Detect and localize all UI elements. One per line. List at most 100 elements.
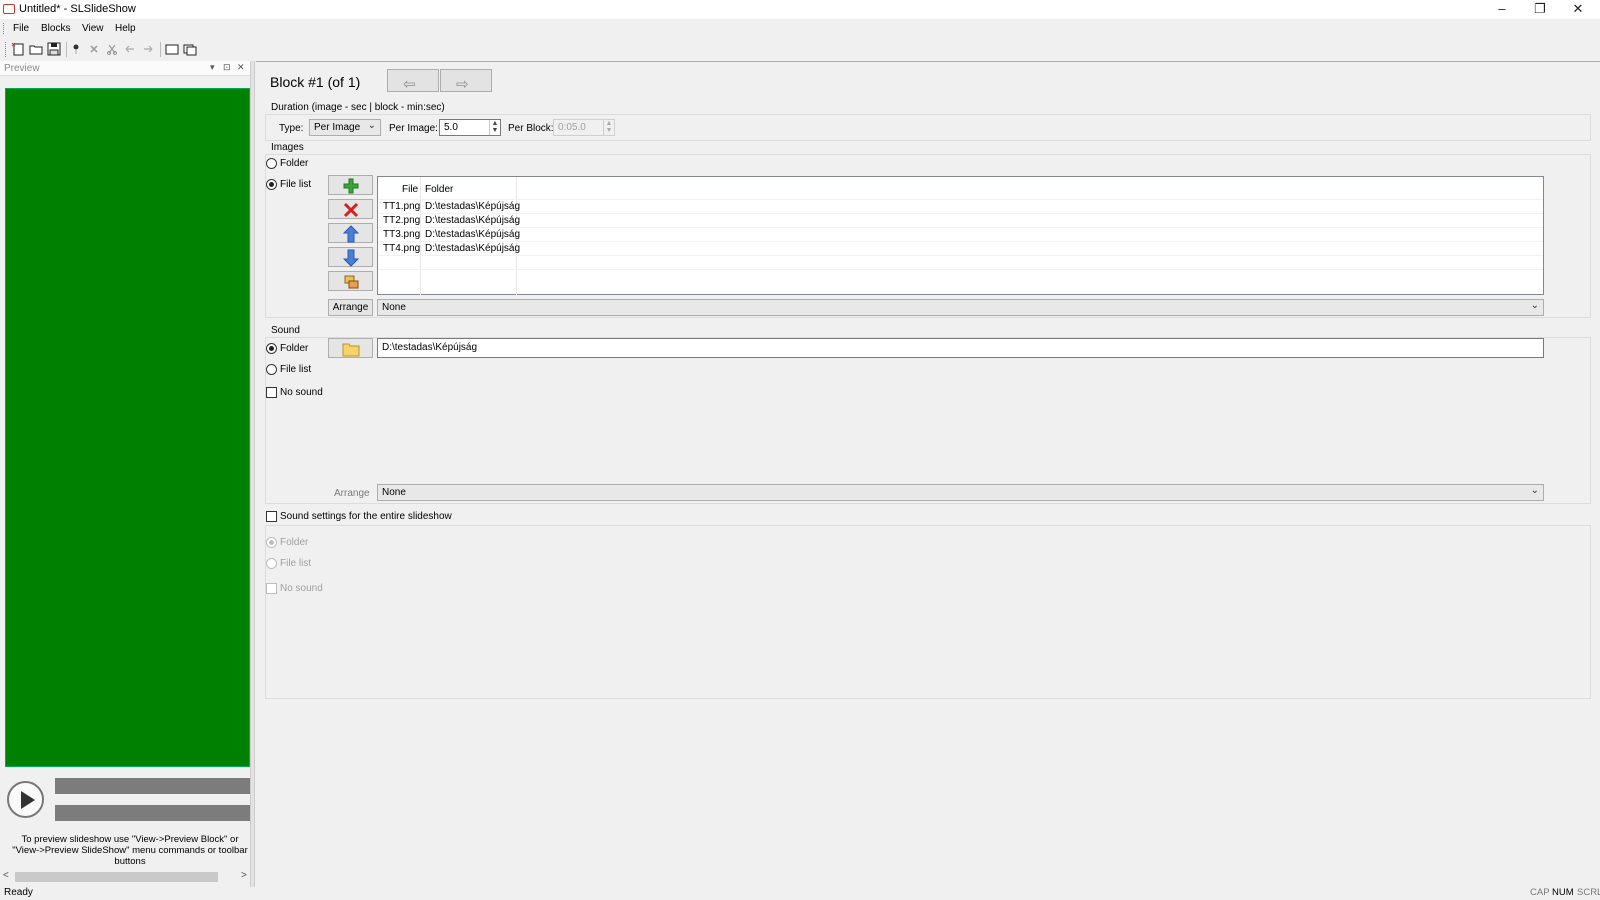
- preview-dock-header: Preview ▾ ⊡ ✕: [0, 61, 250, 76]
- images-group-label: Images: [271, 142, 304, 153]
- preview-horizontal-scrollbar[interactable]: < >: [3, 870, 250, 884]
- menu-file[interactable]: File: [13, 23, 29, 34]
- folder-icon: [342, 343, 360, 357]
- dock-splitter[interactable]: [250, 61, 255, 887]
- block-editor-panel: Block #1 (of 1) ⇦ ⇨ Duration (image - se…: [256, 61, 1600, 887]
- sort-files-button[interactable]: [328, 271, 373, 291]
- image-file-table[interactable]: File Folder TT1.png D:\testadas\Képújság…: [377, 176, 1544, 295]
- table-cell-file[interactable]: TT2.png: [383, 215, 420, 226]
- move-up-button[interactable]: [328, 223, 373, 243]
- dock-close-icon[interactable]: ✕: [237, 62, 245, 73]
- next-block-button[interactable]: ⇨: [440, 69, 492, 93]
- cut-icon[interactable]: [105, 42, 119, 56]
- status-bar: Ready CAP NUM SCRL: [0, 887, 1600, 900]
- spin-arrows-icon[interactable]: ▲ ▼: [603, 120, 614, 135]
- row-divider: [378, 241, 1543, 242]
- redo-icon[interactable]: [141, 42, 155, 56]
- row-divider: [378, 199, 1543, 200]
- move-down-button[interactable]: [328, 247, 373, 267]
- per-image-spinbox[interactable]: 5.0 ▲ ▼: [439, 119, 501, 136]
- menu-view[interactable]: View: [82, 23, 104, 34]
- row-divider: [378, 213, 1543, 214]
- images-folder-radio[interactable]: [266, 158, 277, 169]
- menu-help[interactable]: Help: [115, 23, 136, 34]
- close-button[interactable]: ✕: [1560, 0, 1596, 19]
- global-no-sound-label: No sound: [280, 583, 323, 594]
- images-arrange-select[interactable]: None ⌄: [377, 299, 1544, 316]
- play-button[interactable]: [7, 781, 44, 818]
- preview-slideshow-icon[interactable]: [183, 42, 197, 56]
- table-cell-file[interactable]: TT4.png: [383, 243, 420, 254]
- chevron-down-icon: ⌄: [1530, 300, 1539, 311]
- arrow-down-icon: [342, 249, 360, 267]
- num-indicator: NUM: [1552, 887, 1574, 898]
- global-no-sound-checkbox[interactable]: [266, 583, 277, 594]
- previous-block-button[interactable]: ⇦: [387, 69, 439, 93]
- preview-progress-bar-1: [55, 778, 250, 794]
- sound-arrange-label: Arrange: [334, 488, 370, 499]
- preview-block-icon[interactable]: [165, 42, 179, 56]
- per-image-label: Per Image:: [389, 123, 438, 134]
- row-divider: [378, 269, 1543, 270]
- sound-folder-radio[interactable]: [266, 343, 277, 354]
- scrl-indicator: SCRL: [1577, 887, 1600, 898]
- chevron-down-icon: ⌄: [367, 120, 376, 131]
- open-icon[interactable]: [29, 42, 43, 56]
- preview-canvas: [5, 88, 250, 767]
- dock-menu-icon[interactable]: ▾: [210, 62, 215, 73]
- sort-icon: [344, 275, 359, 289]
- global-filelist-label: File list: [280, 558, 312, 569]
- status-text: Ready: [4, 887, 33, 898]
- remove-file-button[interactable]: [328, 199, 373, 219]
- global-folder-label: Folder: [280, 537, 309, 548]
- sound-folder-path-field[interactable]: D:\testadas\Képújság: [377, 338, 1544, 358]
- table-cell-folder[interactable]: D:\testadas\Képújság: [425, 243, 520, 254]
- table-cell-folder[interactable]: D:\testadas\Képújság: [425, 229, 520, 240]
- type-label: Type:: [279, 123, 304, 134]
- preview-title: Preview: [4, 63, 40, 74]
- images-arrange-button[interactable]: Arrange: [328, 299, 373, 316]
- table-cell-folder[interactable]: D:\testadas\Képújság: [425, 201, 520, 212]
- row-divider: [378, 227, 1543, 228]
- menu-blocks[interactable]: Blocks: [41, 23, 70, 34]
- column-header-file[interactable]: File: [402, 184, 418, 195]
- browse-sound-folder-button[interactable]: [328, 338, 373, 358]
- per-block-spinbox[interactable]: 0:05.0 ▲ ▼: [553, 119, 615, 136]
- sound-folder-path: D:\testadas\Képújság: [382, 342, 478, 353]
- delete-block-icon[interactable]: [87, 42, 101, 56]
- dock-float-icon[interactable]: ⊡: [223, 62, 231, 73]
- menu-bar: File Blocks View Help: [0, 19, 1600, 38]
- new-icon[interactable]: [11, 42, 25, 56]
- sound-folder-label: Folder: [280, 343, 309, 354]
- plus-icon: [343, 178, 359, 194]
- window-title: Untitled* - SLSlideShow: [19, 3, 136, 15]
- per-block-label: Per Block:: [508, 123, 554, 134]
- add-file-button[interactable]: [328, 175, 373, 195]
- global-folder-radio[interactable]: [266, 537, 277, 548]
- table-cell-file[interactable]: TT3.png: [383, 229, 420, 240]
- sound-filelist-radio[interactable]: [266, 364, 277, 375]
- left-arrow-icon: ⇦: [403, 76, 416, 93]
- sound-arrange-select[interactable]: None ⌄: [377, 484, 1544, 501]
- spin-arrows-icon[interactable]: ▲ ▼: [489, 120, 500, 135]
- global-sound-group: [265, 525, 1591, 699]
- sound-group-label: Sound: [271, 325, 300, 336]
- column-header-folder[interactable]: Folder: [425, 184, 453, 195]
- scroll-right-icon[interactable]: >: [241, 870, 247, 881]
- undo-icon[interactable]: [123, 42, 137, 56]
- table-cell-file[interactable]: TT1.png: [383, 201, 420, 212]
- restore-button[interactable]: ❐: [1522, 0, 1558, 19]
- chevron-down-icon: ⌄: [1530, 485, 1539, 496]
- scroll-left-icon[interactable]: <: [3, 870, 9, 881]
- sound-arrange-value: None: [382, 487, 406, 498]
- global-sound-checkbox[interactable]: [266, 511, 277, 522]
- add-block-icon[interactable]: [69, 42, 83, 56]
- save-icon[interactable]: [47, 42, 61, 56]
- no-sound-checkbox[interactable]: [266, 387, 277, 398]
- type-select[interactable]: Per Image ⌄: [309, 119, 381, 136]
- minimize-button[interactable]: –: [1484, 0, 1520, 19]
- table-cell-folder[interactable]: D:\testadas\Képújság: [425, 215, 520, 226]
- scroll-thumb[interactable]: [15, 872, 218, 882]
- images-filelist-radio[interactable]: [266, 179, 277, 190]
- global-filelist-radio[interactable]: [266, 558, 277, 569]
